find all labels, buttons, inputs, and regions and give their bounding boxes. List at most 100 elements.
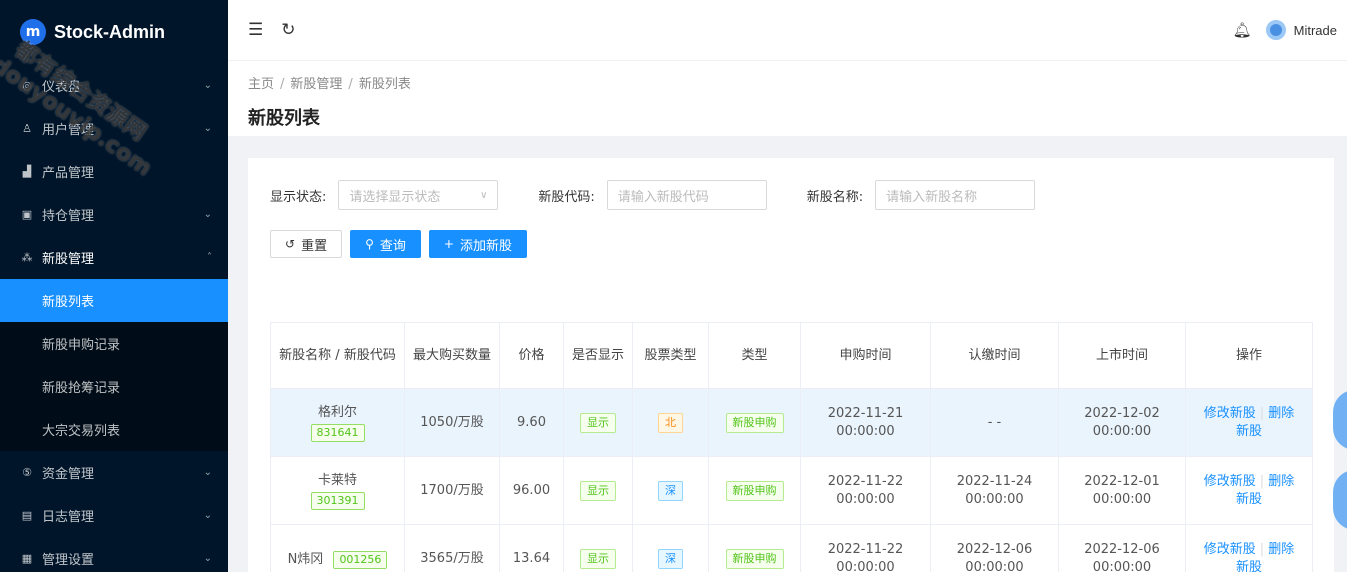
table-row[interactable]: 卡莱特 301391 1700/万股 96.00 显示 深 新股申购 2022-… bbox=[270, 456, 1313, 525]
delete-ipo-link-cont[interactable]: 新股 bbox=[1236, 424, 1262, 439]
bell-icon[interactable]: 🔔︎ bbox=[1233, 21, 1252, 39]
edit-ipo-link[interactable]: 修改新股 bbox=[1204, 406, 1256, 421]
sidebar-item-dashboard[interactable]: ◎ 仪表盘 ⌄ bbox=[0, 64, 228, 107]
ipo-submenu: 新股列表 新股申购记录 新股抢筹记录 大宗交易列表 bbox=[0, 279, 228, 451]
col-header-list-time: 上市时间 bbox=[1058, 322, 1186, 389]
cell-market: 北 bbox=[632, 388, 709, 457]
edit-ipo-link[interactable]: 修改新股 bbox=[1204, 474, 1256, 489]
reset-icon: ↺ bbox=[285, 237, 296, 251]
add-ipo-button[interactable]: + 添加新股 bbox=[428, 230, 527, 258]
cell-type: 新股申购 bbox=[708, 388, 801, 457]
sidebar-item-positions[interactable]: ▣ 持仓管理 ⌄ bbox=[0, 193, 228, 236]
sidebar-subitem-block-trades[interactable]: 大宗交易列表 bbox=[0, 408, 228, 451]
sidebar-subitem-ipo-grabs[interactable]: 新股抢筹记录 bbox=[0, 365, 228, 408]
cell-actions: 修改新股 | 删除 新股 bbox=[1185, 456, 1313, 525]
cell-market: 深 bbox=[632, 456, 709, 525]
market-tag: 深 bbox=[658, 480, 683, 501]
table-row[interactable]: 格利尔 831641 1050/万股 9.60 显示 北 新股申购 2022-1… bbox=[270, 388, 1313, 457]
page-title: 新股列表 bbox=[248, 108, 320, 129]
list-time: 00:00:00 bbox=[1092, 491, 1152, 507]
cell-market: 深 bbox=[632, 524, 709, 572]
cell-show: 显示 bbox=[563, 388, 633, 457]
cell-price: 13.64 bbox=[499, 524, 564, 572]
ipo-table: 新股名称 / 新股代码 最大购买数量 价格 是否显示 股票类型 类型 申购时间 … bbox=[270, 322, 1313, 572]
list-date: 2022-12-02 bbox=[1084, 405, 1160, 421]
breadcrumb-ipo[interactable]: 新股管理 bbox=[290, 77, 342, 92]
delete-ipo-link[interactable]: 删除 bbox=[1268, 474, 1294, 489]
logo-text: Stock-Admin bbox=[54, 21, 166, 42]
search-icon: ⚲ bbox=[365, 237, 374, 251]
cell-name: 卡莱特 301391 bbox=[270, 456, 405, 525]
col-header-subscribe-time: 申购时间 bbox=[800, 322, 931, 389]
subscribe-time: 00:00:00 bbox=[836, 423, 895, 439]
sidebar-item-settings[interactable]: ▦ 管理设置 ⌄ bbox=[0, 537, 228, 572]
header-right: 🔔︎ Mitrade bbox=[1233, 0, 1337, 60]
user-icon: ♙ bbox=[22, 122, 32, 135]
name-input[interactable]: 请输入新股名称 bbox=[875, 180, 1036, 210]
chevron-down-icon: ⌄ bbox=[203, 80, 212, 91]
breadcrumb-home[interactable]: 主页 bbox=[248, 77, 274, 92]
menu-fold-icon[interactable]: ☰ bbox=[248, 20, 263, 40]
list-date: 2022-12-01 bbox=[1084, 473, 1160, 489]
floating-widget[interactable] bbox=[1333, 390, 1347, 450]
code-filter-label: 新股代码: bbox=[538, 189, 595, 205]
cell-show: 显示 bbox=[563, 456, 633, 525]
cell-max-qty: 3565/万股 bbox=[404, 524, 500, 572]
plus-icon: + bbox=[443, 237, 454, 251]
add-ipo-button-label: 添加新股 bbox=[459, 238, 512, 254]
sidebar-item-label: 日志管理 bbox=[42, 510, 95, 525]
logo-icon: m bbox=[20, 19, 46, 45]
ipo-code-tag: 831641 bbox=[310, 423, 365, 442]
edit-ipo-link[interactable]: 修改新股 bbox=[1204, 542, 1256, 557]
show-tag: 显示 bbox=[580, 412, 616, 433]
cell-actions: 修改新股 | 删除 新股 bbox=[1185, 524, 1313, 572]
col-header-market: 股票类型 bbox=[632, 322, 709, 389]
delete-ipo-link[interactable]: 删除 bbox=[1268, 406, 1294, 421]
dashboard-icon: ◎ bbox=[22, 79, 32, 92]
type-tag: 新股申购 bbox=[725, 548, 784, 569]
sidebar-item-label: 资金管理 bbox=[42, 467, 95, 482]
username[interactable]: Mitrade bbox=[1294, 23, 1337, 38]
reset-button[interactable]: ↺ 重置 bbox=[270, 230, 343, 258]
sidebar-item-label: 持仓管理 bbox=[42, 209, 95, 224]
chevron-down-icon: ⌄ bbox=[203, 209, 212, 220]
filter-bar: 显示状态: 请选择显示状态 ∨ 新股代码: 请输入新股代码 新股名称: 请输入新… bbox=[270, 180, 1075, 210]
cell-subscribe-time: 2022-11-22 00:00:00 bbox=[800, 456, 931, 525]
cell-list-time: 2022-12-02 00:00:00 bbox=[1058, 388, 1186, 457]
cell-type: 新股申购 bbox=[708, 524, 801, 572]
logo[interactable]: m Stock-Admin bbox=[0, 0, 228, 64]
sidebar-item-products[interactable]: ▟ 产品管理 bbox=[0, 150, 228, 193]
sidebar-item-users[interactable]: ♙ 用户管理 ⌄ bbox=[0, 107, 228, 150]
action-divider: | bbox=[1259, 541, 1265, 557]
delete-ipo-link-cont[interactable]: 新股 bbox=[1236, 560, 1262, 572]
code-input[interactable]: 请输入新股代码 bbox=[606, 180, 767, 210]
market-tag: 深 bbox=[658, 548, 683, 569]
type-tag: 新股申购 bbox=[725, 480, 784, 501]
sidebar-item-label: 管理设置 bbox=[42, 553, 95, 568]
cell-price: 9.60 bbox=[499, 388, 564, 457]
pay-date: - - bbox=[987, 414, 1002, 430]
search-button[interactable]: ⚲ 查询 bbox=[350, 230, 421, 258]
chevron-up-icon: ˄ bbox=[207, 252, 212, 263]
delete-ipo-link[interactable]: 删除 bbox=[1268, 542, 1294, 557]
sidebar-item-logs[interactable]: ▤ 日志管理 ⌄ bbox=[0, 494, 228, 537]
avatar[interactable] bbox=[1265, 20, 1286, 40]
sidebar-item-funds[interactable]: ⑤ 资金管理 ⌄ bbox=[0, 451, 228, 494]
ipo-name: 格利尔 bbox=[317, 404, 357, 420]
sidebar-subitem-ipo-list[interactable]: 新股列表 bbox=[0, 279, 228, 322]
floating-widget[interactable] bbox=[1333, 470, 1347, 530]
sidebar-item-label: 仪表盘 bbox=[42, 80, 82, 95]
sidebar-item-ipo[interactable]: ⁂ 新股管理 ˄ bbox=[0, 236, 228, 279]
page-header: 主页 / 新股管理 / 新股列表 新股列表 bbox=[228, 60, 1347, 136]
action-divider: | bbox=[1259, 473, 1265, 489]
refresh-icon[interactable]: ↻ bbox=[281, 20, 295, 40]
table-row[interactable]: N炜冈 001256 3565/万股 13.64 显示 深 新股申购 2022-… bbox=[270, 524, 1313, 572]
subscribe-date: 2022-11-21 bbox=[827, 405, 904, 421]
sidebar-subitem-ipo-subscriptions[interactable]: 新股申购记录 bbox=[0, 322, 228, 365]
search-button-label: 查询 bbox=[379, 238, 406, 254]
status-filter-label: 显示状态: bbox=[270, 189, 327, 205]
list-date: 2022-12-06 bbox=[1084, 541, 1160, 557]
delete-ipo-link-cont[interactable]: 新股 bbox=[1236, 492, 1262, 507]
status-select[interactable]: 请选择显示状态 ∨ bbox=[338, 180, 499, 210]
ipo-name: N炜冈 bbox=[287, 551, 324, 567]
